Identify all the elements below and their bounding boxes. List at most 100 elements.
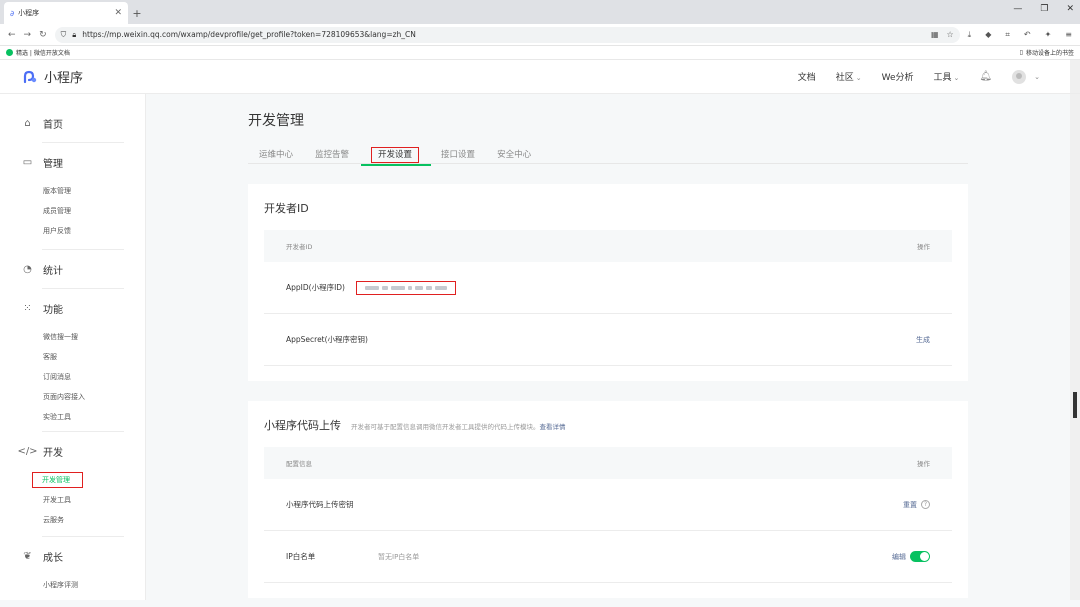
nav-tools[interactable]: 工具 ⌄ [934, 70, 960, 83]
code-icon: </> [17, 445, 38, 457]
sidebar: ⌂ 首页 ▭ 管理 版本管理 成员管理 用户反馈 ◔ 统计 ⁙ 功能 微信搜一搜… [0, 94, 146, 600]
edit-button[interactable]: 编辑 [892, 551, 930, 562]
tab-api-settings[interactable]: 接口设置 [441, 148, 475, 160]
browser-tab[interactable]: ∂ 小程序 ✕ [4, 2, 128, 24]
sidebar-item-versions[interactable]: 版本管理 [0, 181, 145, 201]
sidebar-item-features[interactable]: ⁙ 功能 [0, 289, 145, 327]
sidebar-item-experiment[interactable]: 实验工具 [0, 407, 145, 427]
sidebar-item-members[interactable]: 成员管理 [0, 201, 145, 221]
sidebar-item-dev-management[interactable]: 开发管理 [0, 470, 145, 490]
page-title: 开发管理 [248, 113, 304, 129]
tab-monitoring[interactable]: 监控告警 [315, 148, 349, 160]
sidebar-item-evaluation[interactable]: 小程序评测 [0, 575, 145, 595]
tab-security[interactable]: 安全中心 [497, 148, 531, 160]
ip-whitelist-value: 暂无IP白名单 [378, 552, 420, 561]
restore-icon[interactable]: ❐ [1040, 4, 1048, 14]
chevron-down-icon: ⌄ [855, 74, 862, 82]
browser-tabbar: ∂ 小程序 ✕ + — ❐ ✕ [0, 0, 1080, 24]
appid-value [356, 280, 930, 295]
chevron-down-icon: ⌄ [953, 74, 960, 82]
table-header: 配置信息 操作 [264, 447, 952, 479]
generate-button[interactable]: 生成 [916, 335, 930, 345]
app-header: 小程序 文档 社区 ⌄ We分析 工具 ⌄ 🔔︎ ⌄ [0, 60, 1080, 94]
card-title: 开发者ID [264, 202, 309, 215]
config-table: 配置信息 操作 小程序代码上传密钥 重置? IP白名单 暂无IP白名单 编辑 [264, 447, 952, 583]
star-icon[interactable]: ☆ [947, 30, 954, 39]
new-tab-button[interactable]: + [128, 2, 146, 24]
close-window-icon[interactable]: ✕ [1066, 4, 1074, 14]
card-title: 小程序代码上传 开发者可基于配置信息调用微信开发者工具提供的代码上传模块。查看详… [264, 419, 566, 432]
table-header: 开发者ID 操作 [264, 230, 952, 262]
url-text: https://mp.weixin.qq.com/wxamp/devprofil… [82, 30, 416, 39]
url-field[interactable]: ⛉ 🔒︎ https://mp.weixin.qq.com/wxamp/devp… [54, 26, 960, 43]
close-tab-icon[interactable]: ✕ [114, 8, 122, 18]
sidebar-item-dev-tools[interactable]: 开发工具 [0, 490, 145, 510]
scrollbar-track [1070, 60, 1080, 93]
minimize-icon[interactable]: — [1013, 4, 1022, 14]
miniprogram-favicon-icon: ∂ [10, 8, 15, 18]
whitelist-toggle[interactable] [910, 551, 930, 562]
nav-docs[interactable]: 文档 [798, 70, 816, 83]
reset-button[interactable]: 重置? [903, 500, 930, 510]
bookmarks-bar: 精选 | 微信开放文档 ▯ 移动设备上的书签 [0, 46, 1080, 60]
mobile-bookmarks[interactable]: ▯ 移动设备上的书签 [1020, 48, 1074, 57]
user-menu[interactable]: ⌄ [1012, 69, 1040, 84]
table-row-appid: AppID(小程序ID) [264, 262, 952, 314]
sidebar-item-manage[interactable]: ▭ 管理 [0, 143, 145, 181]
main-area: ⌂ 首页 ▭ 管理 版本管理 成员管理 用户反馈 ◔ 统计 ⁙ 功能 微信搜一搜… [0, 94, 1080, 600]
bookmark-item[interactable]: 精选 | 微信开放文档 [6, 48, 70, 57]
extension-icon[interactable]: ◆ [985, 30, 991, 40]
shield-icon: ⛉ [60, 29, 67, 39]
help-icon[interactable]: ? [921, 500, 930, 509]
table-row-ip-whitelist: IP白名单 暂无IP白名单 编辑 [264, 531, 952, 583]
content: 开发管理 运维中心 监控告警 开发设置 接口设置 安全中心 开发者ID 开发者I… [146, 94, 1080, 600]
tab-dev-settings[interactable]: 开发设置 [361, 146, 432, 166]
sidebar-item-customer-service[interactable]: 客服 [0, 347, 145, 367]
page-tabs: 运维中心 监控告警 开发设置 接口设置 安全中心 [248, 144, 968, 166]
view-details-link[interactable]: 查看详情 [540, 423, 566, 431]
nav-community[interactable]: 社区 ⌄ [836, 70, 862, 83]
developer-id-card: 开发者ID 开发者ID 操作 AppID(小程序ID) AppSecret(小程… [248, 184, 968, 381]
app-logo[interactable]: 小程序 [22, 67, 83, 86]
table-row-appsecret: AppSecret(小程序密钥) 生成 [264, 314, 952, 366]
forward-icon[interactable]: → [24, 30, 32, 40]
wechat-icon [6, 49, 13, 56]
toolbar-actions: ⤓ ◆ ⌗ ↶ ✦ ≡ [968, 30, 1072, 40]
code-upload-card: 小程序代码上传 开发者可基于配置信息调用微信开发者工具提供的代码上传模块。查看详… [248, 401, 968, 598]
sidebar-item-feedback[interactable]: 用户反馈 [0, 221, 145, 241]
page-scrollbar[interactable] [1070, 94, 1080, 600]
bell-icon[interactable]: 🔔︎ [979, 71, 992, 82]
feature-icon: ⁙ [23, 302, 32, 314]
tab-ops-center[interactable]: 运维中心 [259, 148, 293, 160]
home-icon: ⌂ [24, 117, 31, 129]
chevron-down-icon: ⌄ [1034, 72, 1040, 81]
stats-icon: ◔ [23, 263, 32, 275]
crop-icon[interactable]: ⌗ [1005, 30, 1010, 40]
nav-we-analytics[interactable]: We分析 [882, 70, 914, 83]
manage-icon: ▭ [22, 156, 33, 168]
sidebar-item-page-content[interactable]: 页面内容接入 [0, 387, 145, 407]
avatar [1012, 69, 1027, 84]
card-description: 开发者可基于配置信息调用微信开发者工具提供的代码上传模块。查看详情 [351, 423, 566, 431]
sidebar-item-stats[interactable]: ◔ 统计 [0, 250, 145, 288]
sidebar-item-cloud[interactable]: 云服务 [0, 510, 145, 530]
qr-code-icon[interactable]: ▦ [931, 30, 939, 39]
undo-icon[interactable]: ↶ [1024, 30, 1031, 40]
back-icon[interactable]: ← [8, 30, 16, 40]
sidebar-item-subscribe[interactable]: 订阅消息 [0, 367, 145, 387]
reload-icon[interactable]: ↻ [39, 30, 47, 40]
masked-appid [356, 280, 456, 295]
app-name: 小程序 [44, 71, 84, 86]
appsecret-label: AppSecret(小程序密钥) [286, 335, 368, 344]
sidebar-item-develop[interactable]: </> 开发 [0, 432, 145, 470]
growth-icon: ❦ [23, 550, 32, 562]
ip-whitelist-label: IP白名单 [286, 552, 316, 561]
puzzle-icon[interactable]: ✦ [1045, 30, 1052, 40]
sidebar-item-search[interactable]: 微信搜一搜 [0, 327, 145, 347]
menu-icon[interactable]: ≡ [1065, 30, 1072, 40]
address-bar: ← → ↻ ⛉ 🔒︎ https://mp.weixin.qq.com/wxam… [0, 24, 1080, 46]
upload-key-label: 小程序代码上传密钥 [286, 500, 354, 509]
download-icon[interactable]: ⤓ [968, 30, 972, 40]
sidebar-item-growth[interactable]: ❦ 成长 [0, 537, 145, 575]
sidebar-item-home[interactable]: ⌂ 首页 [0, 104, 145, 142]
